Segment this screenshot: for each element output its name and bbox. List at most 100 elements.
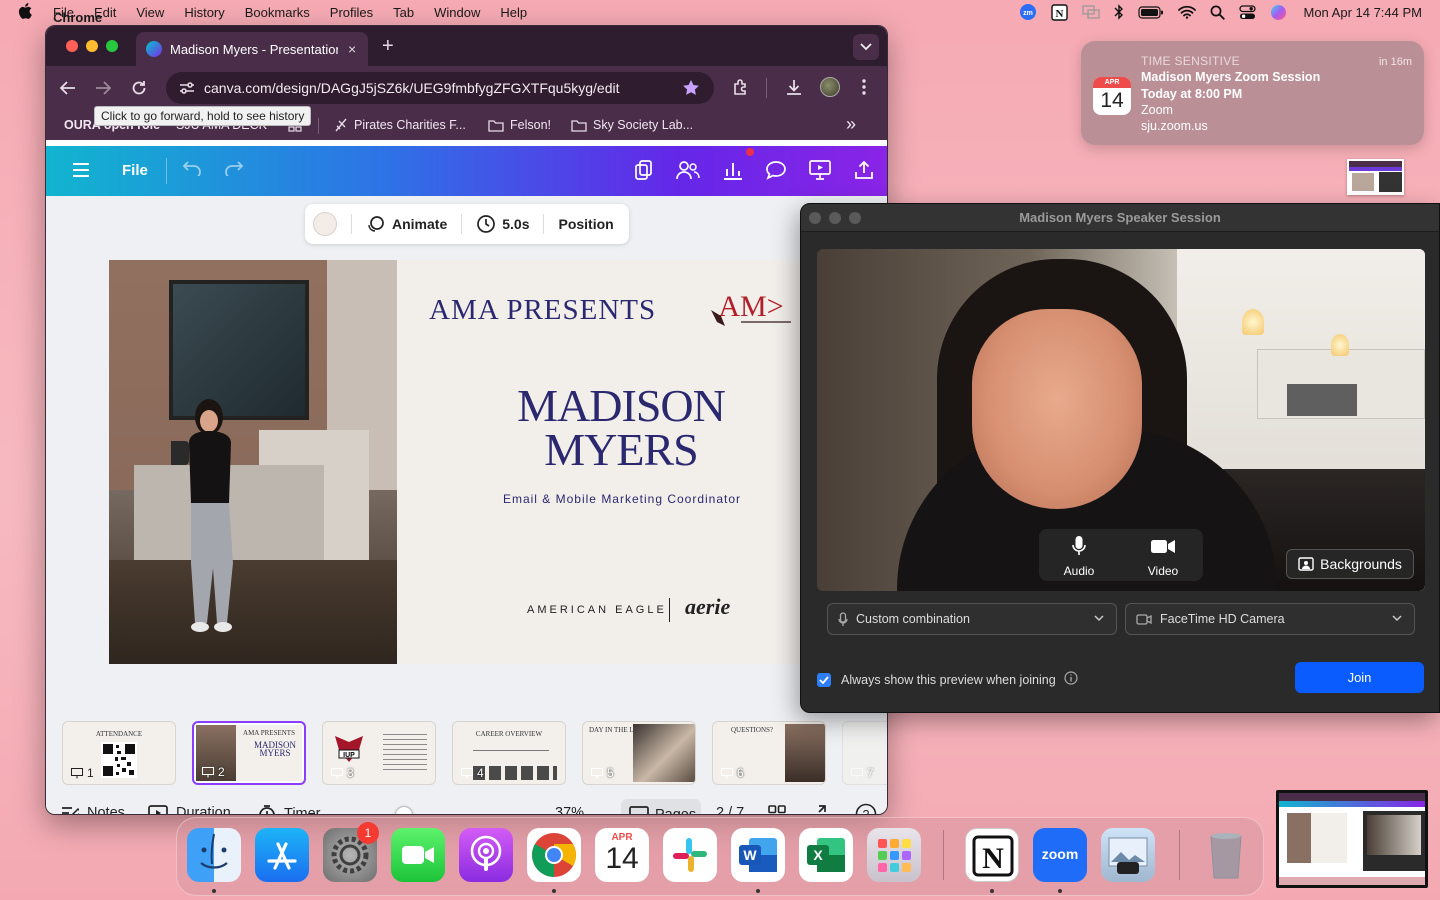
position-button[interactable]: Position [558,216,613,232]
zoom-slider-handle[interactable] [395,806,413,814]
page-thumbnail-4[interactable]: CAREER OVERVIEW 4 [452,721,566,785]
video-toggle-button[interactable]: Video [1131,535,1195,578]
menu-tab[interactable]: Tab [393,5,414,20]
insights-chart-icon[interactable] [723,160,743,185]
help-button[interactable]: ? [855,803,885,814]
duration-button[interactable]: Duration [148,805,231,814]
slide-canvas[interactable]: AMA PRESENTS AM> MADISON MYERS Email & M… [109,260,809,664]
menu-window[interactable]: Window [434,5,480,20]
zoom-maximize-button[interactable] [849,212,861,224]
audio-toggle-button[interactable]: Audio [1047,535,1111,578]
notes-button[interactable]: Notes [61,805,125,814]
fullscreen-icon[interactable] [808,805,834,814]
undo-icon[interactable] [182,160,202,181]
ama-logo[interactable]: AM> [705,288,797,328]
page-thumbnail-7[interactable]: 7 [842,721,887,785]
aerie-logo[interactable]: aerie [685,594,730,620]
page-thumbnail-6[interactable]: QUESTIONS? 6 [712,721,826,785]
american-eagle-logo[interactable]: AMERICAN EAGLE [527,604,667,616]
spotlight-search-icon[interactable] [1210,5,1226,20]
main-menu-icon[interactable] [72,162,90,183]
dock-calendar[interactable]: APR 14 [595,828,649,882]
dock-facetime[interactable] [391,828,445,882]
animate-button[interactable]: Animate [366,214,447,234]
siri-icon[interactable] [1270,4,1287,21]
dock-podcasts[interactable] [459,828,513,882]
battery-icon[interactable] [1138,5,1164,19]
zoom-slider[interactable] [395,806,413,814]
desktop-screenshot-thumbnail[interactable] [1347,159,1404,195]
screen-mirror-icon[interactable] [1082,5,1101,19]
back-button[interactable] [59,79,77,97]
speaker-name[interactable]: MADISON MYERS [489,383,753,473]
speaker-role[interactable]: Email & Mobile Marketing Coordinator [449,492,795,506]
pages-button[interactable]: Pages [621,799,701,814]
page-thumbnail-2[interactable]: AMA PRESENTS MADISON MYERS 2 [192,721,306,785]
grid-view-icon[interactable] [768,805,794,814]
page-thumbnail-5[interactable]: DAY IN THE LIFE 5 [582,721,696,785]
tab-canva-presentation[interactable]: Madison Myers - Presentation × [136,32,368,66]
checkbox-checked-icon[interactable] [817,672,831,687]
slide-heading[interactable]: AMA PRESENTS [429,294,656,327]
downloads-icon[interactable] [785,78,803,101]
menu-view[interactable]: View [136,5,164,20]
dock-slack[interactable] [663,828,717,882]
camera-select[interactable]: FaceTime HD Camera [1125,603,1415,635]
reload-button[interactable] [130,79,148,97]
zoom-icon[interactable]: zm [1019,3,1037,21]
apple-menu-icon[interactable] [18,3,32,19]
dock-trash[interactable] [1199,828,1253,882]
dock-launchpad[interactable] [867,828,921,882]
always-show-preview-checkbox[interactable]: Always show this preview when joining [817,671,1078,688]
extensions-icon[interactable] [732,78,750,101]
bluetooth-icon[interactable] [1114,4,1124,20]
bookmark-pirates-charities[interactable]: Pirates Charities F... [334,118,466,132]
minimize-window-button[interactable] [86,40,98,52]
zoom-window-button[interactable] [106,40,118,52]
info-icon[interactable] [1064,671,1078,688]
profile-avatar[interactable] [820,77,840,97]
zoom-close-button[interactable] [809,212,821,224]
tab-close-icon[interactable]: × [348,41,356,57]
bookmark-star-icon[interactable] [682,79,700,99]
page-thumbnail-3[interactable]: IUP 3 [322,721,436,785]
zoom-minimize-button[interactable] [829,212,841,224]
control-center-icon[interactable] [1239,4,1257,20]
menu-bookmarks[interactable]: Bookmarks [245,5,310,20]
menu-profiles[interactable]: Profiles [330,5,373,20]
dock-microsoft-word[interactable]: W [731,828,785,882]
speaker-photo[interactable] [109,260,397,664]
redo-icon[interactable] [224,160,244,181]
calendar-notification[interactable]: APR 14 TIME SENSITIVE in 16m Madison Mye… [1081,41,1424,145]
screenshot-preview-thumbnail[interactable] [1276,790,1428,888]
tab-search-button[interactable] [853,34,879,60]
wifi-icon[interactable] [1178,5,1197,19]
comments-icon[interactable] [765,160,787,185]
bookmarks-overflow-button[interactable]: » [846,114,856,135]
dock-preview[interactable] [1101,828,1155,882]
join-button[interactable]: Join [1295,662,1424,693]
file-menu-button[interactable]: File [122,162,148,179]
present-icon[interactable] [809,160,831,185]
forward-button[interactable] [94,79,112,97]
menu-history[interactable]: History [184,5,224,20]
resize-copy-icon[interactable] [635,160,653,185]
menu-help[interactable]: Help [500,5,527,20]
timing-button[interactable]: 5.0s [476,214,529,234]
chrome-menu-icon[interactable] [861,78,867,101]
dock-microsoft-excel[interactable]: X [799,828,853,882]
timer-button[interactable]: Timer [258,805,321,814]
address-bar[interactable]: canva.com/design/DAGgJ5jSZ6k/UEG9fmbfygZ… [166,72,714,104]
notion-icon[interactable]: N [1051,3,1069,21]
dock-finder[interactable] [187,828,241,882]
new-tab-button[interactable]: + [382,35,394,58]
backgrounds-button[interactable]: Backgrounds [1286,549,1414,579]
page-thumbnail-1[interactable]: ATTENDANCE 1 [62,721,176,785]
menu-bar-clock[interactable]: Mon Apr 14 7:44 PM [1303,5,1422,20]
collaborators-icon[interactable] [675,160,701,185]
zoom-level[interactable]: 37% [555,805,584,814]
dock-google-chrome[interactable] [527,828,581,882]
dock-zoom[interactable]: zoom [1033,828,1087,882]
close-window-button[interactable] [66,40,78,52]
microphone-select[interactable]: Custom combination [827,603,1117,635]
